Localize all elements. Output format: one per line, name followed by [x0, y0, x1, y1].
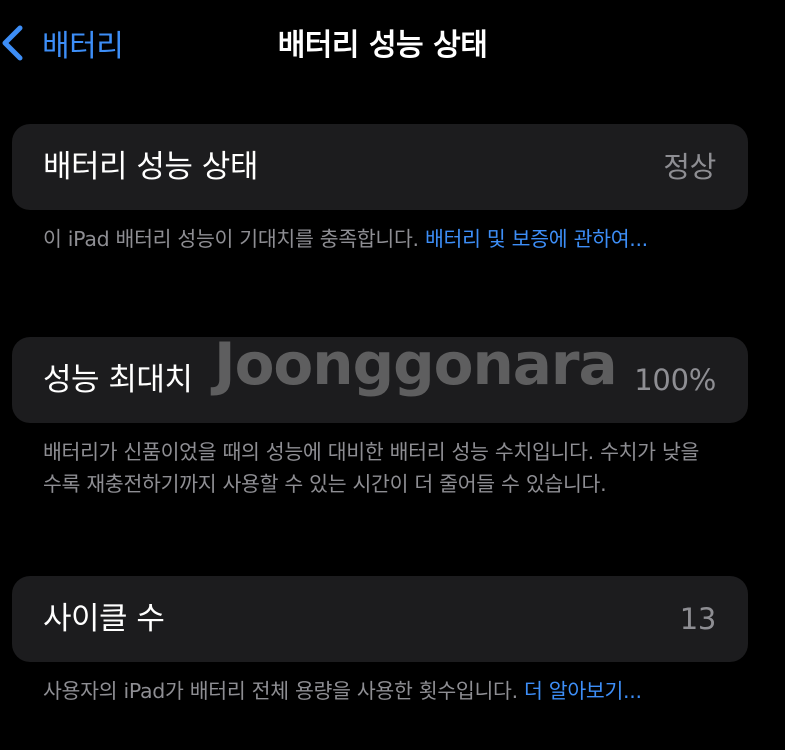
cycle-count-row: 사이클 수 13 — [12, 576, 748, 662]
cycle-count-value: 13 — [679, 602, 717, 636]
maximum-capacity-label: 성능 최대치 — [43, 362, 193, 398]
maximum-capacity-row: 성능 최대치 100% — [12, 337, 748, 423]
page-title: 배터리 성능 상태 — [277, 28, 488, 63]
battery-health-row: 배터리 성능 상태 정상 — [12, 124, 748, 210]
navigation-bar: 배터리 배터리 성능 상태 — [0, 0, 785, 90]
cycle-count-label: 사이클 수 — [43, 601, 165, 637]
learn-more-link[interactable]: 더 알아보기... — [524, 679, 642, 703]
battery-health-footer: 이 iPad 배터리 성능이 기대치를 충족합니다. 배터리 및 보증에 관하여… — [43, 224, 703, 256]
maximum-capacity-footer: 배터리가 신품이었을 때의 성능에 대비한 배터리 성능 수치입니다. 수치가 … — [43, 437, 703, 501]
battery-warranty-link[interactable]: 배터리 및 보증에 관하여... — [425, 227, 648, 251]
maximum-capacity-value: 100% — [634, 363, 716, 397]
cycle-count-footer-text: 사용자의 iPad가 배터리 전체 용량을 사용한 횟수입니다. — [43, 679, 525, 703]
maximum-capacity-footer-text: 배터리가 신품이었을 때의 성능에 대비한 배터리 성능 수치입니다. 수치가 … — [43, 440, 700, 496]
battery-health-footer-text: 이 iPad 배터리 성능이 기대치를 충족합니다. — [43, 227, 425, 251]
cycle-count-footer: 사용자의 iPad가 배터리 전체 용량을 사용한 횟수입니다. 더 알아보기.… — [43, 676, 703, 708]
battery-health-label: 배터리 성능 상태 — [43, 149, 258, 185]
battery-health-value: 정상 — [663, 150, 716, 184]
